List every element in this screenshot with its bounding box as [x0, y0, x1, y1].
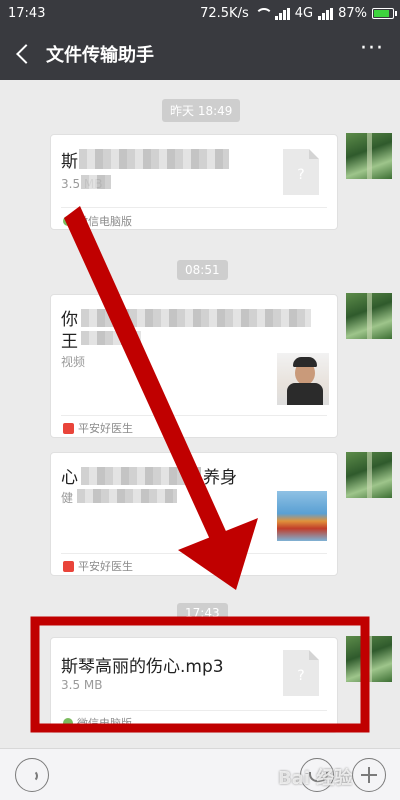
divider [61, 207, 327, 208]
status-icons: 72.5K/s 4G 87% [200, 6, 397, 21]
file-name: 斯 [61, 152, 78, 172]
blurred-text [81, 175, 111, 189]
blurred-title [81, 309, 311, 327]
message-source: 微信电脑版 [63, 213, 132, 229]
file-name: 斯琴高丽的伤心.mp3 [61, 657, 224, 677]
watermark: Bai 经验 [278, 768, 353, 789]
chat-header: 文件传输助手 ··· [0, 28, 400, 80]
wechat-pc-icon [63, 718, 73, 728]
wifi-icon [254, 7, 273, 20]
file-icon: ? [283, 650, 319, 696]
blurred-filename [79, 149, 229, 169]
pingan-logo-icon [63, 560, 74, 572]
wechat-pc-icon [63, 216, 73, 226]
article-thumbnail [277, 353, 329, 405]
avatar[interactable] [346, 636, 392, 682]
article-title-end: 养身 [203, 468, 237, 488]
chat-title: 文件传输助手 [46, 45, 154, 66]
back-arrow-icon[interactable] [14, 43, 34, 65]
timestamp-morning: 08:51 [177, 260, 228, 280]
timestamp-yesterday: 昨天 18:49 [162, 99, 241, 122]
hair-shape [293, 357, 317, 367]
divider [61, 553, 327, 554]
battery-icon [372, 8, 397, 19]
file-icon: ? [283, 149, 319, 195]
article-subtitle: 视频 [61, 355, 86, 369]
article-title-line2: 王 [61, 332, 78, 352]
network-type: 4G [294, 6, 314, 21]
network-speed: 72.5K/s [200, 6, 249, 21]
battery-percent: 87% [338, 6, 367, 21]
plus-icon[interactable] [352, 758, 386, 792]
message-source: 平安好医生 [63, 558, 133, 574]
article-message-card[interactable]: 你 王 视频 平安好医生 [50, 294, 338, 438]
article-thumbnail [277, 491, 327, 541]
article-message-card[interactable]: 心 养身 健 平安好医生 [50, 452, 338, 576]
avatar[interactable] [346, 293, 392, 339]
signal-icon-2 [318, 7, 334, 20]
battery-fill [374, 10, 389, 17]
voice-input-icon[interactable] [15, 758, 49, 792]
divider [61, 415, 327, 416]
shirt-shape [287, 383, 323, 405]
blurred-title [81, 467, 201, 485]
blurred-subtitle [77, 489, 177, 503]
file-size: 3.5 MB [61, 678, 103, 692]
timestamp-now: 17:43 [177, 603, 228, 623]
avatar[interactable] [346, 452, 392, 498]
more-options-icon[interactable]: ··· [358, 38, 386, 64]
message-source: 平安好医生 [63, 420, 133, 436]
status-bar: 17:43 72.5K/s 4G 87% [0, 0, 400, 28]
signal-icon [274, 7, 290, 20]
status-time: 17:43 [8, 6, 46, 21]
divider [61, 710, 327, 711]
file-message-card[interactable]: 斯琴高丽的伤心.mp3 3.5 MB ? 微信电脑版 [50, 637, 338, 733]
blurred-title-line2 [81, 331, 141, 345]
article-subtitle: 健 [61, 491, 74, 505]
message-source: 微信电脑版 [63, 715, 132, 731]
avatar[interactable] [346, 133, 392, 179]
article-title: 心 [61, 468, 78, 488]
file-message-card[interactable]: 斯 3.5 MB ? 微信电脑版 [50, 134, 338, 230]
pingan-logo-icon [63, 422, 74, 434]
